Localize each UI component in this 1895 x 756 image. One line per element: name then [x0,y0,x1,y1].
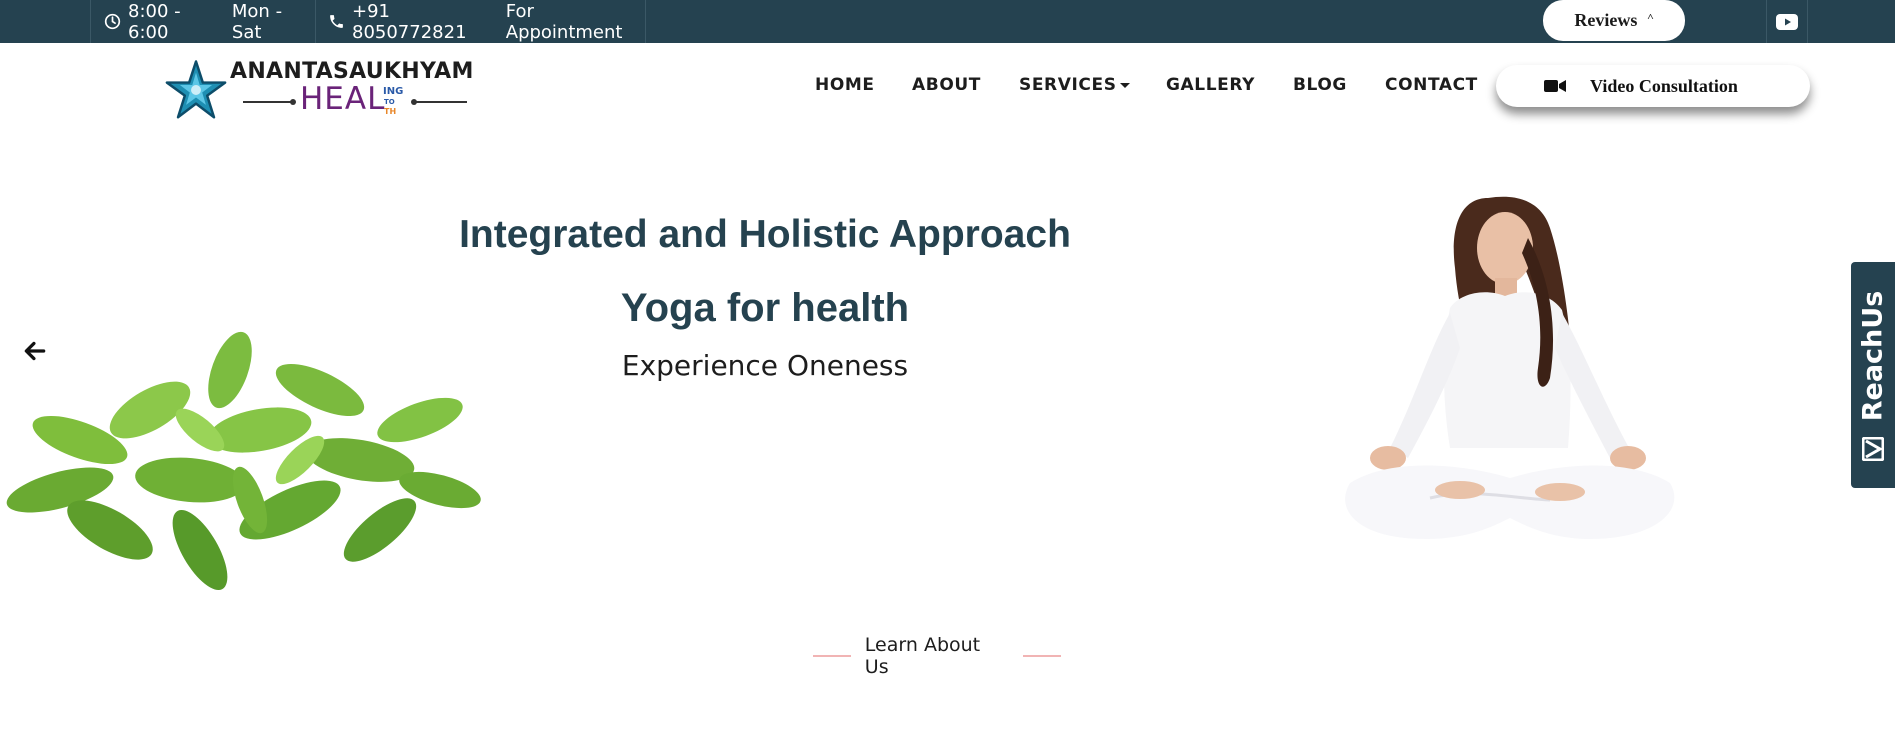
reviews-button[interactable]: Reviews ˄ [1543,0,1685,41]
nav-home[interactable]: HOME [815,75,875,95]
top-bar: 8:00 - 6:00 Mon - Sat +91 8050772821 For… [0,0,1895,43]
clock-icon [104,13,121,30]
hours-time: 8:00 - 6:00 [128,0,181,43]
phone-note: For Appointment [505,0,623,43]
nav-services[interactable]: SERVICES [1019,75,1130,95]
hours-days: Mon - Sat [231,0,283,43]
business-hours: 8:00 - 6:00 Mon - Sat [90,0,315,43]
reachus-label: ReachUs [1857,290,1889,422]
nav-blog[interactable]: BLOG [1293,75,1347,95]
learn-about-heading: Learn About Us [813,634,1061,678]
youtube-link[interactable] [1766,0,1808,43]
nav-services-label: SERVICES [1019,75,1117,95]
star-logo-icon [165,60,227,119]
video-camera-icon [1544,80,1566,92]
reachus-side-tab[interactable]: ReachUs [1851,262,1895,488]
phone-contact[interactable]: +91 8050772821 For Appointment [315,0,646,43]
phone-number[interactable]: +91 8050772821 [352,1,498,43]
video-consultation-label: Video Consultation [1590,75,1738,96]
nav-gallery[interactable]: GALLERY [1166,75,1255,95]
heading-rule-right [1023,655,1061,657]
logo-rule-right [415,101,467,103]
hero-subtitle: Yoga for health [620,286,910,330]
video-consultation-button[interactable]: Video Consultation [1496,65,1810,107]
reviews-label: Reviews [1574,10,1638,30]
heading-rule-left [813,655,851,657]
hero-tagline: Experience Oneness [621,349,909,382]
phone-icon [330,15,343,28]
caret-up-icon: ˄ [1647,10,1654,23]
yoga-woman-image [1345,196,1675,539]
logo-dot-left [290,99,296,105]
logo-ing: ING [383,86,404,97]
basil-plant-image [6,331,481,590]
learn-about-label: Learn About Us [864,634,981,678]
logo-to: TO [384,98,395,106]
mail-icon [1862,437,1884,461]
hero-title: Integrated and Holistic Approach [459,213,1071,256]
site-logo[interactable]: ANANTASAUKHYAM HEAL ING TO TH [165,57,475,123]
nav-contact[interactable]: CONTACT [1385,75,1478,95]
youtube-icon [1776,13,1798,30]
caret-down-icon [1119,82,1130,88]
logo-heal: HEAL [300,81,386,117]
logo-rule-left [243,101,293,103]
logo-th: TH [384,107,397,116]
nav-about[interactable]: ABOUT [912,75,981,95]
